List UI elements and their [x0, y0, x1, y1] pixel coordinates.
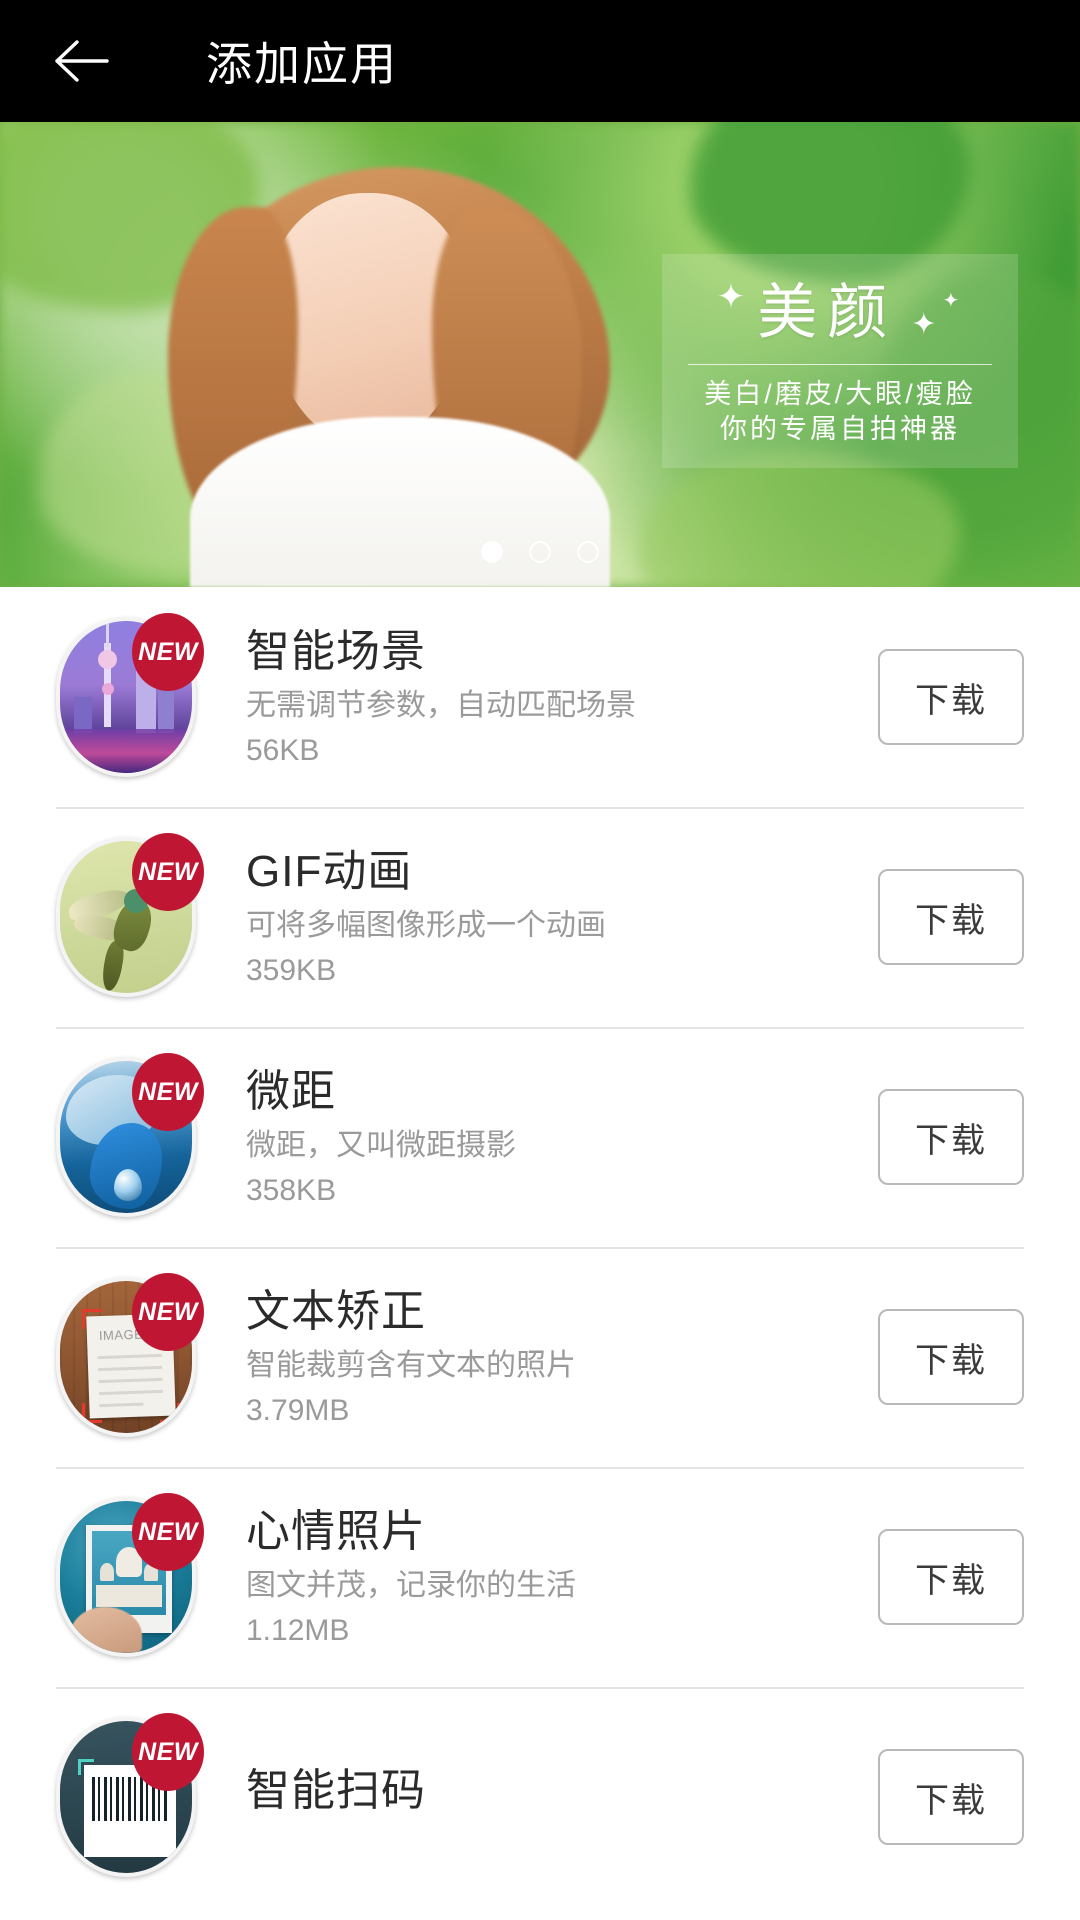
banner-subtitle-line1: 美白/磨皮/大眼/瘦脸	[704, 379, 976, 409]
app-name: 智能场景	[246, 626, 426, 676]
app-size: 359KB	[246, 954, 337, 988]
app-name: 文本矫正	[246, 1286, 426, 1336]
download-button[interactable]: 下载	[878, 1309, 1024, 1405]
app-header: 添加应用	[0, 0, 1080, 122]
app-icon-wrapper: NEW	[56, 1493, 204, 1657]
app-description: 智能裁剪含有文本的照片	[246, 1349, 576, 1383]
app-icon-wrapper: NEW	[56, 1713, 204, 1877]
app-description: 无需调节参数，自动匹配场景	[246, 689, 636, 723]
promo-banner[interactable]: ✦ 美颜 ✦ ✦ 美白/磨皮/大眼/瘦脸 你的专属自拍神器	[0, 122, 1080, 587]
app-name: GIF动画	[246, 846, 413, 896]
app-name: 心情照片	[246, 1506, 426, 1556]
new-badge: NEW	[132, 833, 204, 911]
carousel-dots[interactable]	[0, 541, 1080, 563]
app-description: 可将多幅图像形成一个动画	[246, 909, 606, 943]
sparkle-icon: ✦	[942, 290, 960, 312]
app-name: 智能扫码	[246, 1766, 426, 1816]
list-item[interactable]: NEW 心情照片 图文并茂，记录你的生活 1.12MB 下载	[0, 1467, 1080, 1687]
app-meta: GIF动画 可将多幅图像形成一个动画 359KB	[196, 847, 878, 987]
download-button[interactable]: 下载	[878, 869, 1024, 965]
carousel-dot-3[interactable]	[577, 541, 599, 563]
app-meta: 微距 微距，又叫微距摄影 358KB	[196, 1067, 878, 1207]
new-badge: NEW	[132, 1053, 204, 1131]
app-meta: 智能扫码	[196, 1766, 878, 1827]
sparkle-icon: ✦	[716, 278, 746, 316]
app-meta: 文本矫正 智能裁剪含有文本的照片 3.79MB	[196, 1287, 878, 1427]
back-button[interactable]	[44, 25, 116, 97]
list-item[interactable]: NEW 微距 微距，又叫微距摄影 358KB 下载	[0, 1027, 1080, 1247]
banner-divider	[688, 364, 992, 365]
back-arrow-icon	[55, 40, 109, 82]
app-description: 微距，又叫微距摄影	[246, 1129, 516, 1163]
app-description: 图文并茂，记录你的生活	[246, 1569, 576, 1603]
app-size: 56KB	[246, 734, 320, 768]
app-name: 微距	[246, 1066, 336, 1116]
download-button[interactable]: 下载	[878, 1749, 1024, 1845]
download-button[interactable]: 下载	[878, 1089, 1024, 1185]
app-size: 358KB	[246, 1174, 337, 1208]
new-badge: NEW	[132, 1713, 204, 1791]
banner-title: 美颜	[757, 279, 898, 346]
new-badge: NEW	[132, 1493, 204, 1571]
app-icon-wrapper: IMAGE+ NEW	[56, 1273, 204, 1437]
app-size: 1.12MB	[246, 1614, 350, 1648]
app-size: 3.79MB	[246, 1394, 350, 1428]
app-meta: 心情照片 图文并茂，记录你的生活 1.12MB	[196, 1507, 878, 1647]
banner-subtitle-line2: 你的专属自拍神器	[720, 413, 960, 444]
sparkle-icon: ✦	[911, 308, 937, 341]
model-photo	[120, 147, 680, 587]
download-button[interactable]: 下载	[878, 649, 1024, 745]
list-item[interactable]: IMAGE+ NEW 文本矫正 智能裁剪含有文本的照片 3.79MB 下载	[0, 1247, 1080, 1467]
download-button[interactable]: 下载	[878, 1529, 1024, 1625]
carousel-dot-2[interactable]	[529, 541, 551, 563]
new-badge: NEW	[132, 613, 204, 691]
banner-promo-panel: ✦ 美颜 ✦ ✦ 美白/磨皮/大眼/瘦脸 你的专属自拍神器	[662, 254, 1018, 469]
app-icon-wrapper: NEW	[56, 1053, 204, 1217]
page-title: 添加应用	[206, 38, 398, 90]
list-item[interactable]: NEW 智能场景 无需调节参数，自动匹配场景 56KB 下载	[0, 587, 1080, 807]
list-item[interactable]: NEW 智能扫码 下载	[0, 1687, 1080, 1907]
carousel-dot-1[interactable]	[481, 541, 503, 563]
app-icon-wrapper: NEW	[56, 613, 204, 777]
app-icon-wrapper: NEW	[56, 833, 204, 997]
app-list: NEW 智能场景 无需调节参数，自动匹配场景 56KB 下载 NEW GIF动画…	[0, 587, 1080, 1907]
app-meta: 智能场景 无需调节参数，自动匹配场景 56KB	[196, 627, 878, 767]
list-item[interactable]: NEW GIF动画 可将多幅图像形成一个动画 359KB 下载	[0, 807, 1080, 1027]
new-badge: NEW	[132, 1273, 204, 1351]
